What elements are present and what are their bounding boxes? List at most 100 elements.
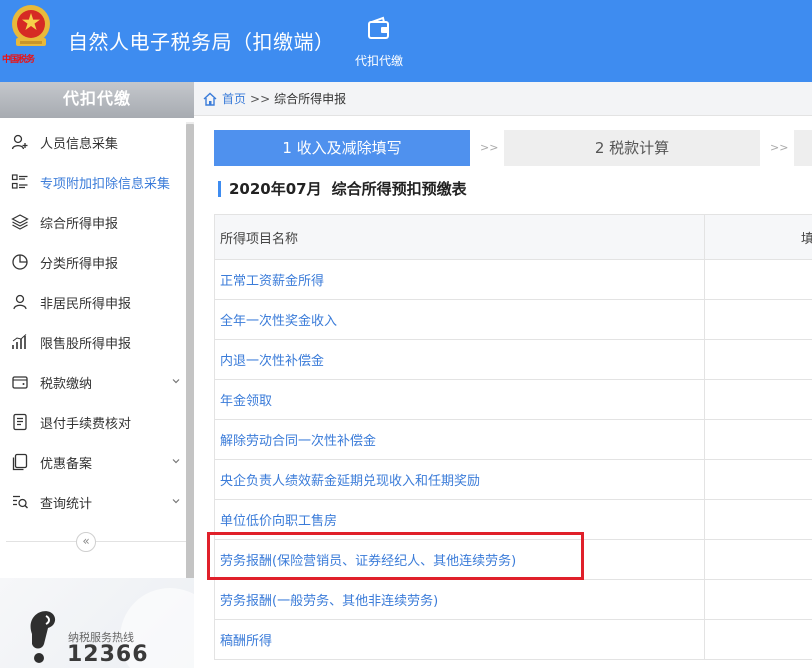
sidebar-item-label: 税款缴纳 xyxy=(40,376,93,392)
pie-chart-icon xyxy=(10,252,30,272)
section-title: 2020年07月 综合所得预扣预缴表 xyxy=(218,178,467,199)
list-icon xyxy=(10,172,30,192)
nav-item-withholding[interactable]: 代扣代缴 xyxy=(338,16,420,78)
search-list-icon xyxy=(10,492,30,512)
table-cell xyxy=(705,420,812,459)
chevron-down-icon xyxy=(172,459,180,464)
table-cell xyxy=(705,540,812,579)
nav-item-label: 代扣代缴 xyxy=(354,54,403,68)
wallet-icon xyxy=(368,16,389,39)
income-item-link[interactable]: 解除劳动合同一次性补偿金 xyxy=(215,420,705,459)
table-row: 单位低价向职工售房 xyxy=(215,500,812,540)
income-item-link[interactable]: 内退一次性补偿金 xyxy=(215,340,705,379)
app-header: 中国税务 自然人电子税务局（扣缴端） 代扣代缴 xyxy=(0,0,812,82)
step-separator: >> xyxy=(480,141,499,154)
collapse-sidebar-button[interactable]: « xyxy=(76,532,96,552)
section-period: 2020年07月 xyxy=(229,180,322,198)
sidebar-item-label: 查询统计 xyxy=(40,496,93,512)
table-cell xyxy=(705,500,812,539)
sidebar-item-label: 退付手续费核对 xyxy=(40,416,132,432)
sidebar-menu: 人员信息采集 专项附加扣除信息采集 综合所得申报 分类所得申报 非居民所得申报 xyxy=(0,122,184,522)
step-tax-calculation[interactable]: 2 税款计算 xyxy=(504,130,760,166)
table-header-row: 所得项目名称 填 xyxy=(215,215,812,260)
income-items-table: 所得项目名称 填 正常工资薪金所得 全年一次性奖金收入 内退一次性补偿金 年金领… xyxy=(214,214,812,660)
income-item-link[interactable]: 正常工资薪金所得 xyxy=(215,260,705,299)
wallet-icon xyxy=(10,372,30,392)
sidebar-item-label: 非居民所得申报 xyxy=(40,296,132,312)
app-title: 自然人电子税务局（扣缴端） xyxy=(68,30,335,54)
national-emblem-icon xyxy=(12,5,50,46)
phone-icon xyxy=(30,611,56,663)
title-accent-bar xyxy=(218,180,221,197)
table-cell xyxy=(705,260,812,299)
table-cell xyxy=(705,340,812,379)
table-row: 稿酬所得 xyxy=(215,620,812,660)
breadcrumb: 首页 >> 综合所得申报 xyxy=(194,82,812,116)
table-cell xyxy=(705,300,812,339)
emblem-caption: 中国税务 xyxy=(2,55,35,65)
sidebar-item-label: 综合所得申报 xyxy=(40,216,119,232)
sidebar-item-preferential-filing[interactable]: 优惠备案 xyxy=(0,442,184,482)
document-icon xyxy=(10,412,30,432)
step-income-deduction[interactable]: 1 收入及减除填写 xyxy=(214,130,470,166)
sidebar-item-comprehensive-income[interactable]: 综合所得申报 xyxy=(0,202,184,242)
income-item-link[interactable]: 劳务报酬(一般劳务、其他非连续劳务) xyxy=(215,580,705,619)
breadcrumb-home-link[interactable]: 首页 xyxy=(222,90,246,107)
income-item-link[interactable]: 劳务报酬(保险营销员、证券经纪人、其他连续劳务) xyxy=(215,540,705,579)
person-icon xyxy=(10,292,30,312)
sidebar-item-person-info[interactable]: 人员信息采集 xyxy=(0,122,184,162)
sidebar-item-refund-fee-check[interactable]: 退付手续费核对 xyxy=(0,402,184,442)
main-content: 首页 >> 综合所得申报 1 收入及减除填写 >> 2 税款计算 >> 2020… xyxy=(194,82,812,668)
income-item-link[interactable]: 全年一次性奖金收入 xyxy=(215,300,705,339)
sidebar-title: 代扣代缴 xyxy=(0,82,194,118)
table-cell xyxy=(705,380,812,419)
breadcrumb-current: 综合所得申报 xyxy=(274,92,347,106)
hotline-banner: 纳税服务热线 12366 xyxy=(0,578,194,668)
table-row: 劳务报酬(一般劳务、其他非连续劳务) xyxy=(215,580,812,620)
sidebar-item-classified-income[interactable]: 分类所得申报 xyxy=(0,242,184,282)
sidebar-divider xyxy=(6,541,186,542)
sidebar-item-label: 专项附加扣除信息采集 xyxy=(40,176,171,192)
table-row: 全年一次性奖金收入 xyxy=(215,300,812,340)
sidebar-item-tax-payment[interactable]: 税款缴纳 xyxy=(0,362,184,402)
income-item-link[interactable]: 单位低价向职工售房 xyxy=(215,500,705,539)
table-cell xyxy=(705,580,812,619)
sidebar-item-query-statistics[interactable]: 查询统计 xyxy=(0,482,184,522)
sidebar-item-nonresident-income[interactable]: 非居民所得申报 xyxy=(0,282,184,322)
sidebar-item-special-deduction[interactable]: 专项附加扣除信息采集 xyxy=(0,162,184,202)
chevron-down-icon xyxy=(172,379,180,384)
sidebar-scrollbar[interactable] xyxy=(186,122,194,606)
table-row: 年金领取 xyxy=(215,380,812,420)
income-item-link[interactable]: 年金领取 xyxy=(215,380,705,419)
section-title-text: 综合所得预扣预缴表 xyxy=(331,180,467,198)
chevron-down-icon xyxy=(172,499,180,504)
sidebar-scroll-thumb[interactable] xyxy=(186,124,194,604)
bar-chart-icon xyxy=(10,332,30,352)
sidebar-item-label: 人员信息采集 xyxy=(40,136,119,152)
copy-icon xyxy=(10,452,30,472)
table-cell xyxy=(705,620,812,659)
sidebar-item-label: 分类所得申报 xyxy=(40,256,119,272)
header-item-name: 所得项目名称 xyxy=(215,215,705,259)
income-item-link[interactable]: 央企负责人绩效薪金延期兑现收入和任期奖励 xyxy=(215,460,705,499)
table-row: 内退一次性补偿金 xyxy=(215,340,812,380)
sidebar-item-label: 优惠备案 xyxy=(40,456,93,472)
step-next[interactable] xyxy=(794,130,812,166)
table-row: 解除劳动合同一次性补偿金 xyxy=(215,420,812,460)
income-item-link[interactable]: 稿酬所得 xyxy=(215,620,705,659)
table-row: 央企负责人绩效薪金延期兑现收入和任期奖励 xyxy=(215,460,812,500)
sidebar: 代扣代缴 人员信息采集 专项附加扣除信息采集 综合所得申报 分类所得申报 非居民… xyxy=(0,82,194,668)
header-fill: 填 xyxy=(801,231,812,247)
table-row: 劳务报酬(保险营销员、证券经纪人、其他连续劳务) xyxy=(215,540,812,580)
hotline-number: 12366 xyxy=(67,642,149,667)
layers-icon xyxy=(10,212,30,232)
step-separator: >> xyxy=(770,141,789,154)
sidebar-item-restricted-stock-income[interactable]: 限售股所得申报 xyxy=(0,322,184,362)
step-wizard: 1 收入及减除填写 >> 2 税款计算 >> xyxy=(214,130,812,166)
person-add-icon xyxy=(10,132,30,152)
breadcrumb-separator: >> xyxy=(250,91,271,106)
home-icon[interactable] xyxy=(202,91,218,107)
table-row: 正常工资薪金所得 xyxy=(215,260,812,300)
table-cell xyxy=(705,460,812,499)
sidebar-item-label: 限售股所得申报 xyxy=(40,336,132,352)
